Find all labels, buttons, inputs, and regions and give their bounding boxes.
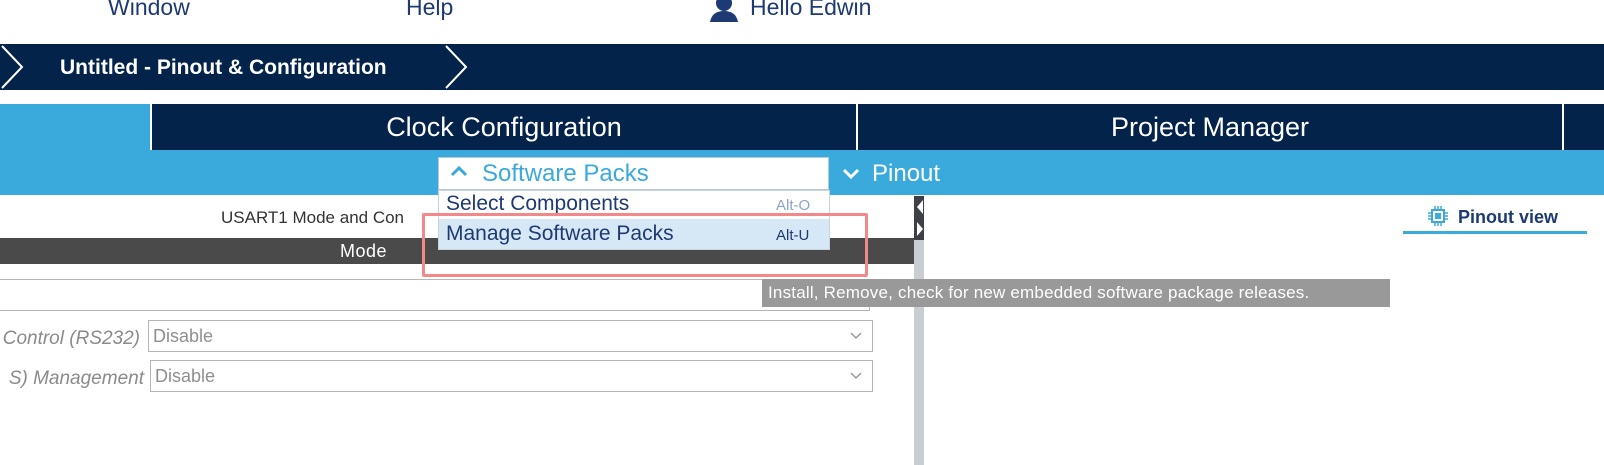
tab-project-manager[interactable]: Project Manager — [856, 104, 1562, 150]
tooltip: Install, Remove, check for new embedded … — [762, 279, 1390, 307]
select-value: Disable — [155, 366, 216, 386]
field-label-management: S) Management — [8, 368, 144, 389]
software-packs-label[interactable]: Software Packs — [482, 160, 649, 188]
breadcrumb-title[interactable]: Untitled - Pinout & Configuration — [60, 56, 387, 80]
menu-window[interactable]: Window — [108, 0, 190, 21]
tab-clock-configuration[interactable]: Clock Configuration — [150, 104, 856, 150]
select-value: Disable — [153, 326, 214, 346]
user-greeting[interactable]: Hello Edwin — [750, 0, 871, 21]
chevron-down-icon — [842, 168, 860, 180]
field-label-flow-control: Control (RS232) — [2, 328, 140, 349]
chevron-up-icon — [450, 165, 468, 177]
flow-control-select[interactable]: Disable — [148, 320, 873, 352]
chevron-down-icon — [850, 372, 862, 380]
tab-pinout-view[interactable]: Pinout view — [1458, 207, 1558, 228]
chip-icon — [1428, 206, 1448, 226]
chevron-right-icon — [445, 45, 468, 89]
section-title: USART1 Mode and Con — [221, 208, 405, 227]
user-icon — [710, 0, 738, 22]
mode-header-label: Mode — [340, 241, 388, 261]
menu-help[interactable]: Help — [406, 0, 453, 21]
chevron-right-icon — [1, 45, 24, 89]
collapse-left-icon[interactable] — [916, 199, 924, 215]
chevron-down-icon — [850, 332, 862, 340]
mode-field[interactable] — [0, 279, 870, 311]
management-select[interactable]: Disable — [150, 360, 873, 392]
shortcut-select-components: Alt-O — [776, 197, 811, 214]
pinout-menu-button[interactable]: Pinout — [872, 160, 940, 188]
highlight-box — [422, 213, 868, 277]
tab-tools[interactable] — [1562, 104, 1604, 150]
pinout-view-underline — [1403, 231, 1587, 234]
expand-right-icon[interactable] — [916, 221, 924, 237]
